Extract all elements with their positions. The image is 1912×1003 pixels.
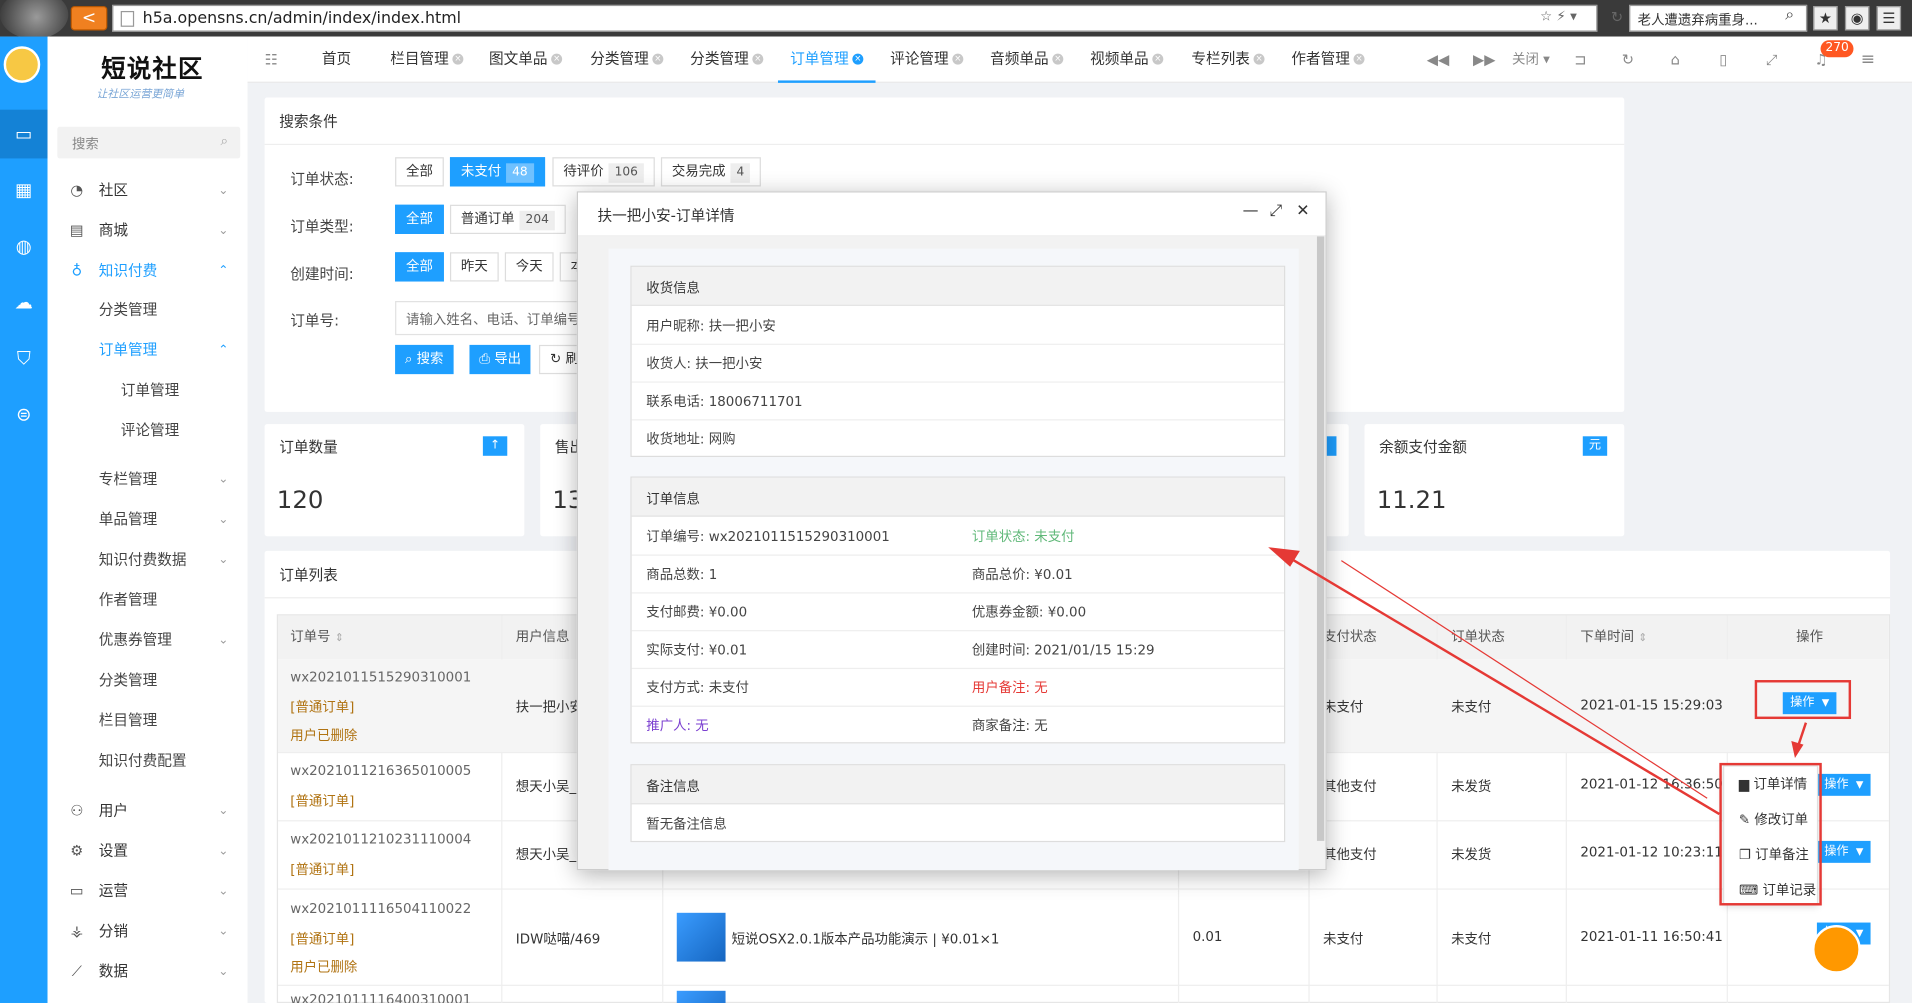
annotation-arrows	[1268, 547, 1808, 816]
annotation-arrow-main	[1268, 547, 1720, 816]
annotation-arrow-secondary	[1341, 560, 1708, 799]
annotation-arrow-small	[1791, 722, 1808, 759]
